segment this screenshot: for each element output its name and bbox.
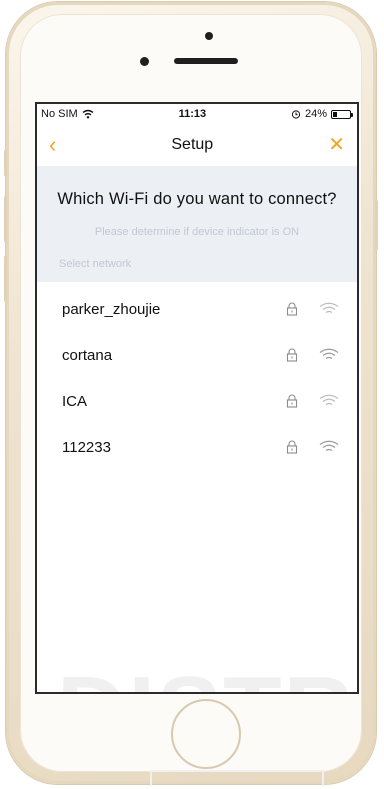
nav-bar: ‹ Setup ✕ (37, 124, 357, 166)
lock-icon (286, 348, 298, 362)
battery-fill (333, 111, 337, 117)
phone-screen: No SIM 11:13 24% ‹ Setup ✕ Which Wi-Fi d… (35, 102, 359, 694)
wifi-signal-icon (319, 302, 339, 314)
status-right: 24% (291, 108, 353, 120)
wifi-info-panel: Which Wi-Fi do you want to connect? Plea… (37, 166, 357, 282)
alarm-icon (291, 110, 301, 119)
network-list: parker_zhoujie cortana ICA 112233 (37, 286, 357, 470)
watermark-text: DISTRI (57, 656, 357, 692)
status-left: No SIM (41, 108, 94, 120)
battery-icon (331, 109, 353, 119)
network-row[interactable]: ICA (37, 378, 357, 424)
wifi-signal-icon (319, 440, 339, 452)
proximity-sensor (140, 57, 149, 66)
question-heading: Which Wi-Fi do you want to connect? (57, 190, 337, 208)
power-button (375, 200, 378, 250)
network-row[interactable]: 112233 (37, 424, 357, 470)
network-name: cortana (62, 346, 113, 364)
volume-up-button (4, 196, 7, 242)
status-time: 11:13 (178, 108, 207, 120)
close-icon[interactable]: ✕ (328, 135, 345, 155)
volume-down-button (4, 256, 7, 302)
select-network-label: Select network (59, 258, 132, 270)
bottom-watermark-bracket (150, 770, 324, 786)
network-row[interactable]: parker_zhoujie (37, 286, 357, 332)
network-name: parker_zhoujie (62, 300, 161, 318)
mute-switch (4, 150, 7, 176)
network-name: 112233 (62, 438, 111, 456)
earpiece-speaker (174, 58, 238, 64)
front-camera (205, 32, 213, 40)
lock-icon (286, 440, 298, 454)
home-button[interactable] (171, 699, 241, 769)
network-name: ICA (62, 392, 88, 410)
wifi-signal-icon (319, 348, 339, 360)
chevron-left-icon[interactable]: ‹ (49, 134, 56, 156)
lock-icon (286, 394, 298, 408)
indicator-hint: Please determine if device indicator is … (94, 226, 300, 238)
lock-icon (286, 302, 298, 316)
wifi-signal-icon (319, 394, 339, 406)
network-row[interactable]: cortana (37, 332, 357, 378)
wifi-status-icon (82, 109, 94, 119)
page-title: Setup (171, 136, 214, 153)
carrier-label: No SIM (41, 108, 78, 120)
status-bar: No SIM 11:13 24% (37, 104, 357, 124)
battery-percent: 24% (304, 108, 327, 120)
